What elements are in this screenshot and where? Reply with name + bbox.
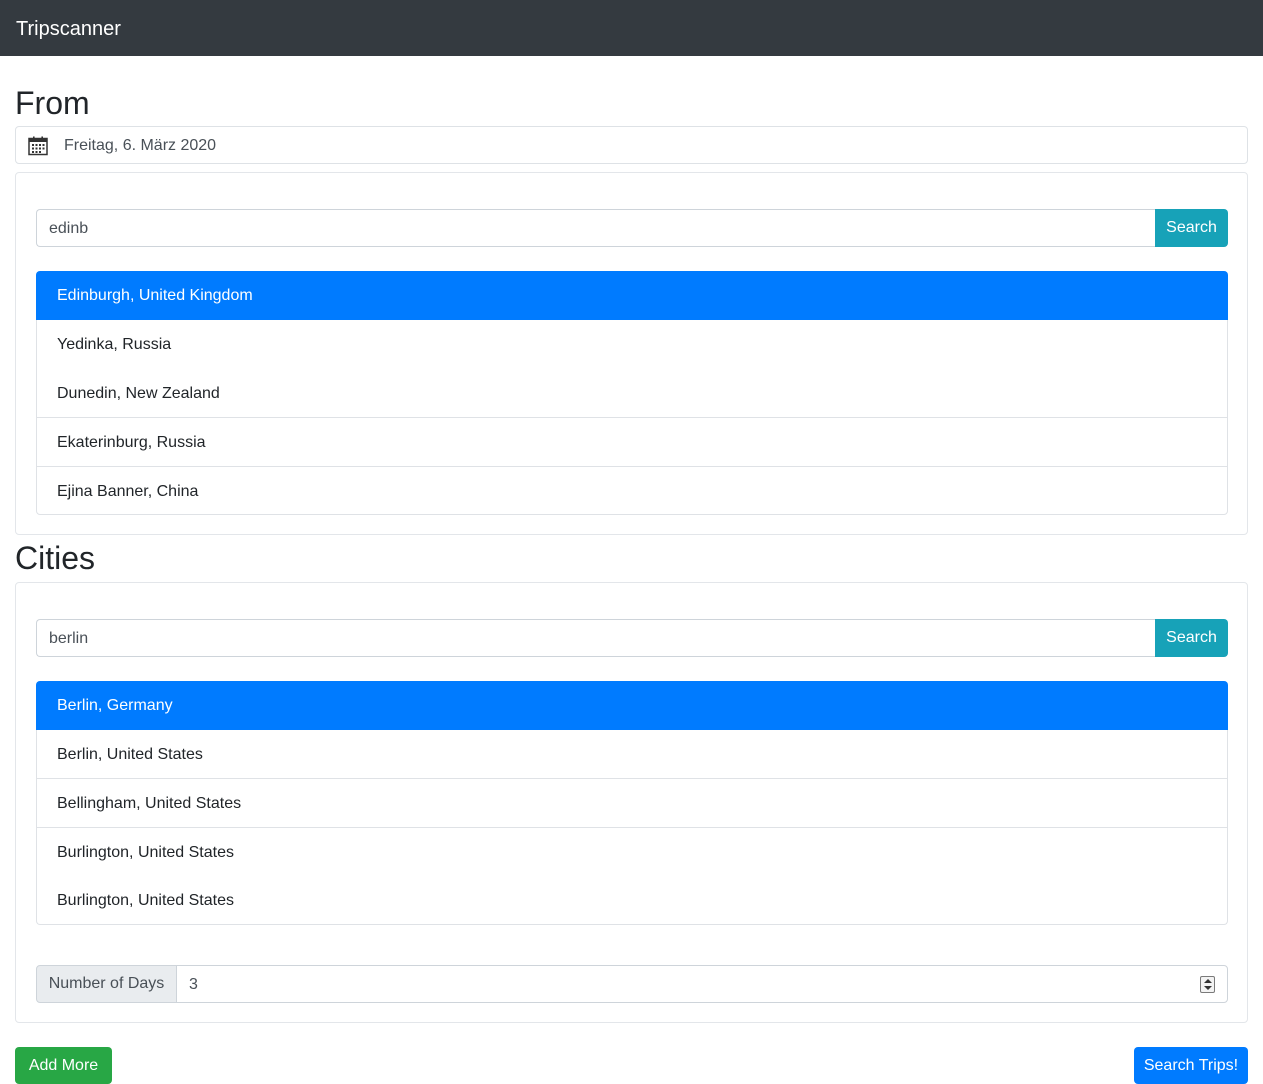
- calendar-icon[interactable]: [28, 136, 48, 156]
- list-item[interactable]: Bellingham, United States: [36, 778, 1228, 827]
- list-item-label: Berlin, United States: [57, 746, 203, 763]
- list-item-label: Dunedin, New Zealand: [57, 385, 220, 402]
- search-trips-button[interactable]: Search Trips!: [1134, 1047, 1248, 1084]
- date-value: Freitag, 6. März 2020: [64, 137, 217, 154]
- list-item[interactable]: Ekaterinburg, Russia: [36, 417, 1228, 466]
- list-item[interactable]: Edinburgh, United Kingdom: [36, 271, 1228, 320]
- list-item-label: Bellingham, United States: [57, 795, 242, 812]
- cities-search-value: berlin: [49, 630, 89, 647]
- add-more-button[interactable]: Add More: [15, 1047, 112, 1084]
- date-picker[interactable]: Freitag, 6. März 2020: [15, 126, 1248, 164]
- cities-heading: Cities: [15, 540, 96, 576]
- list-item-label: Berlin, Germany: [57, 697, 173, 714]
- list-item[interactable]: Burlington, United States: [36, 876, 1228, 925]
- spinner-up-icon[interactable]: [1204, 979, 1212, 983]
- list-item[interactable]: Berlin, Germany: [36, 681, 1228, 730]
- navbar: Tripscanner: [0, 0, 1263, 56]
- cities-search-button[interactable]: Search: [1155, 619, 1228, 657]
- list-item-label: Ekaterinburg, Russia: [57, 434, 206, 451]
- from-search-button[interactable]: Search: [1155, 209, 1228, 247]
- from-search-input[interactable]: edinb: [36, 209, 1156, 247]
- number-of-days-group: Number of Days 3: [36, 965, 1228, 1003]
- list-item[interactable]: Ejina Banner, China: [36, 466, 1228, 515]
- list-item[interactable]: Dunedin, New Zealand: [36, 369, 1228, 418]
- cities-search-input[interactable]: berlin: [36, 619, 1156, 657]
- from-search-value: edinb: [49, 220, 89, 237]
- list-item[interactable]: Burlington, United States: [36, 827, 1228, 876]
- list-item-label: Ejina Banner, China: [57, 483, 199, 500]
- from-search-card: edinb Search Edinburgh, United Kingdom Y…: [15, 172, 1248, 535]
- cities-search-card: berlin Search Berlin, Germany Berlin, Un…: [15, 582, 1248, 1023]
- list-item[interactable]: Yedinka, Russia: [36, 320, 1228, 369]
- list-item-label: Burlington, United States: [57, 844, 234, 861]
- number-of-days-value: 3: [189, 976, 198, 993]
- list-item-label: Burlington, United States: [57, 892, 234, 909]
- spinner-down-icon[interactable]: [1204, 986, 1212, 990]
- brand-link[interactable]: Tripscanner: [16, 16, 121, 42]
- spinner-arrows-icon[interactable]: [1200, 976, 1215, 993]
- list-item-label: Edinburgh, United Kingdom: [57, 287, 253, 304]
- from-heading: From: [15, 85, 90, 121]
- list-item[interactable]: Berlin, United States: [36, 730, 1228, 779]
- number-of-days-label: Number of Days: [36, 965, 177, 1003]
- list-item-label: Yedinka, Russia: [57, 336, 172, 353]
- number-of-days-input[interactable]: 3: [176, 965, 1228, 1003]
